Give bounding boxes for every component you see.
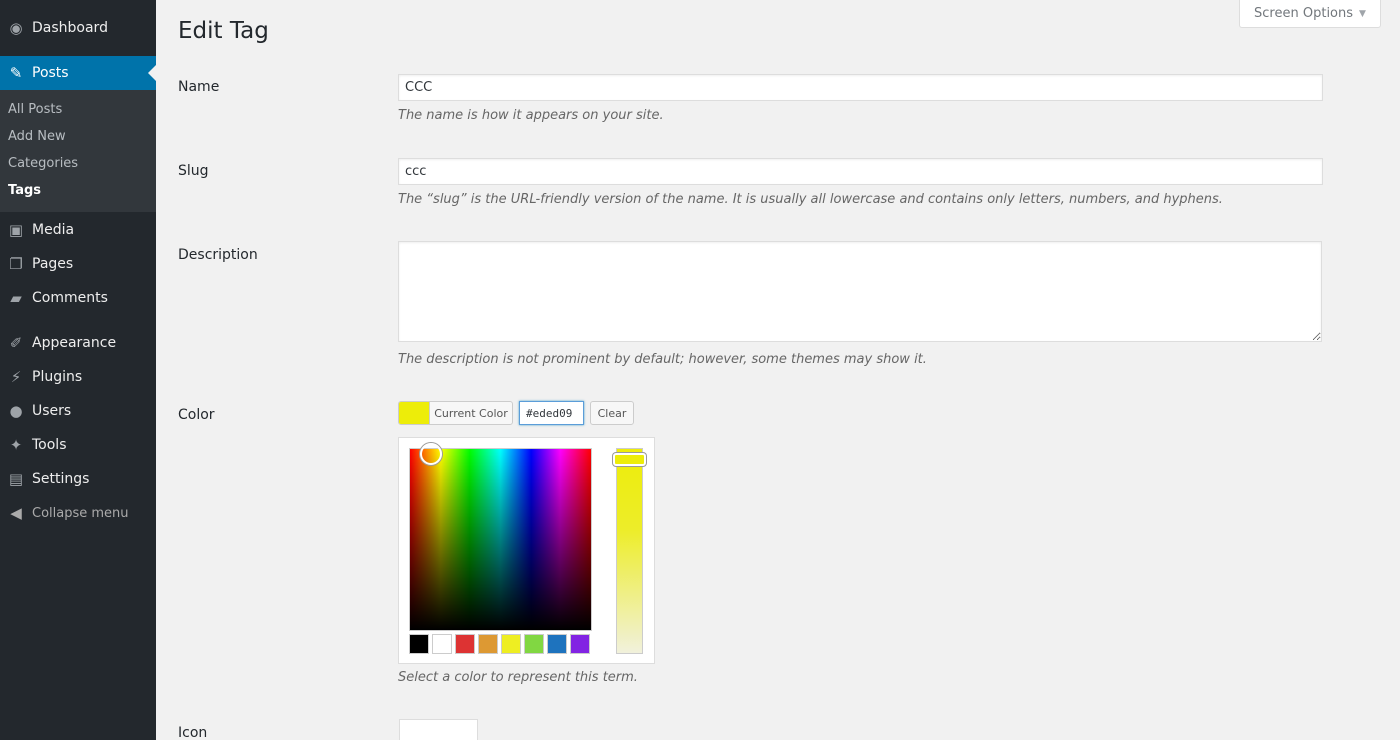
- color-saturation-square[interactable]: [409, 448, 592, 631]
- menu-item-comments[interactable]: ▰ Comments: [0, 281, 156, 315]
- plugin-icon: ⚡: [10, 368, 22, 386]
- submenu-tags[interactable]: Tags: [8, 183, 41, 198]
- submenu-add-new[interactable]: Add New: [8, 129, 66, 144]
- submenu-categories[interactable]: Categories: [8, 156, 78, 171]
- description-help-text: The description is not prominent by defa…: [398, 352, 927, 367]
- palette-swatch[interactable]: [501, 634, 521, 654]
- icon-picker-button[interactable]: [399, 719, 478, 740]
- lightness-slider-track[interactable]: [616, 448, 643, 654]
- description-textarea[interactable]: [398, 241, 1322, 342]
- color-picker-panel: [398, 437, 655, 664]
- menu-item-plugins[interactable]: ⚡ Plugins: [0, 360, 156, 394]
- page-title: Edit Tag: [178, 18, 269, 44]
- palette-swatch[interactable]: [409, 634, 429, 654]
- name-label: Name: [178, 79, 220, 95]
- hex-color-input[interactable]: [519, 401, 584, 425]
- name-help-text: The name is how it appears on your site.: [398, 108, 664, 123]
- slug-input[interactable]: [398, 158, 1323, 185]
- screen-options-label: Screen Options: [1254, 6, 1354, 21]
- pages-icon: ❐: [9, 255, 23, 273]
- color-palette: [409, 634, 590, 654]
- current-color-button[interactable]: Current Color: [398, 401, 513, 425]
- caret-down-icon: ▼: [1359, 8, 1366, 19]
- menu-item-media[interactable]: ▣ Media: [0, 213, 156, 247]
- menu-item-appearance[interactable]: ✐ Appearance: [0, 326, 156, 360]
- color-label: Color: [178, 407, 215, 423]
- slug-help-text: The “slug” is the URL-friendly version o…: [398, 192, 1223, 207]
- menu-item-settings[interactable]: ▤ Settings: [0, 462, 156, 496]
- name-input[interactable]: [398, 74, 1323, 101]
- paintbrush-icon: ✐: [9, 334, 23, 352]
- palette-swatch[interactable]: [547, 634, 567, 654]
- screen-options-button[interactable]: Screen Options ▼: [1239, 0, 1381, 28]
- slug-label: Slug: [178, 163, 209, 179]
- current-color-swatch: [399, 402, 430, 424]
- media-icon: ▣: [8, 221, 24, 239]
- palette-swatch[interactable]: [455, 634, 475, 654]
- admin-sidebar: ◉ Dashboard ✎ Posts All Posts Add New Ca…: [0, 0, 156, 740]
- palette-swatch[interactable]: [570, 634, 590, 654]
- active-menu-arrow: [148, 65, 156, 81]
- user-icon: ●: [9, 402, 23, 420]
- wrench-icon: ✦: [9, 436, 23, 454]
- pushpin-icon: ✎: [9, 64, 23, 82]
- menu-item-dashboard[interactable]: ◉ Dashboard: [0, 11, 156, 45]
- posts-submenu: All Posts Add New Categories Tags: [0, 90, 156, 212]
- menu-item-users[interactable]: ● Users: [0, 394, 156, 428]
- palette-swatch[interactable]: [432, 634, 452, 654]
- menu-item-posts[interactable]: ✎ Posts: [0, 56, 156, 90]
- color-picker-handle[interactable]: [420, 443, 442, 465]
- dashboard-icon: ◉: [9, 19, 23, 37]
- lightness-slider-handle[interactable]: [613, 453, 646, 466]
- collapse-arrow-icon: ◀: [10, 504, 22, 522]
- icon-label: Icon: [178, 725, 208, 740]
- collapse-menu-button[interactable]: ◀ Collapse menu: [0, 496, 156, 530]
- comments-icon: ▰: [10, 289, 22, 307]
- color-help-text: Select a color to represent this term.: [398, 670, 638, 685]
- palette-swatch[interactable]: [524, 634, 544, 654]
- settings-icon: ▤: [8, 470, 24, 488]
- palette-swatch[interactable]: [478, 634, 498, 654]
- menu-item-pages[interactable]: ❐ Pages: [0, 247, 156, 281]
- menu-item-tools[interactable]: ✦ Tools: [0, 428, 156, 462]
- current-color-label: Current Color: [434, 406, 508, 420]
- clear-color-button[interactable]: Clear: [590, 401, 634, 425]
- description-label: Description: [178, 247, 258, 263]
- submenu-all-posts[interactable]: All Posts: [8, 102, 62, 117]
